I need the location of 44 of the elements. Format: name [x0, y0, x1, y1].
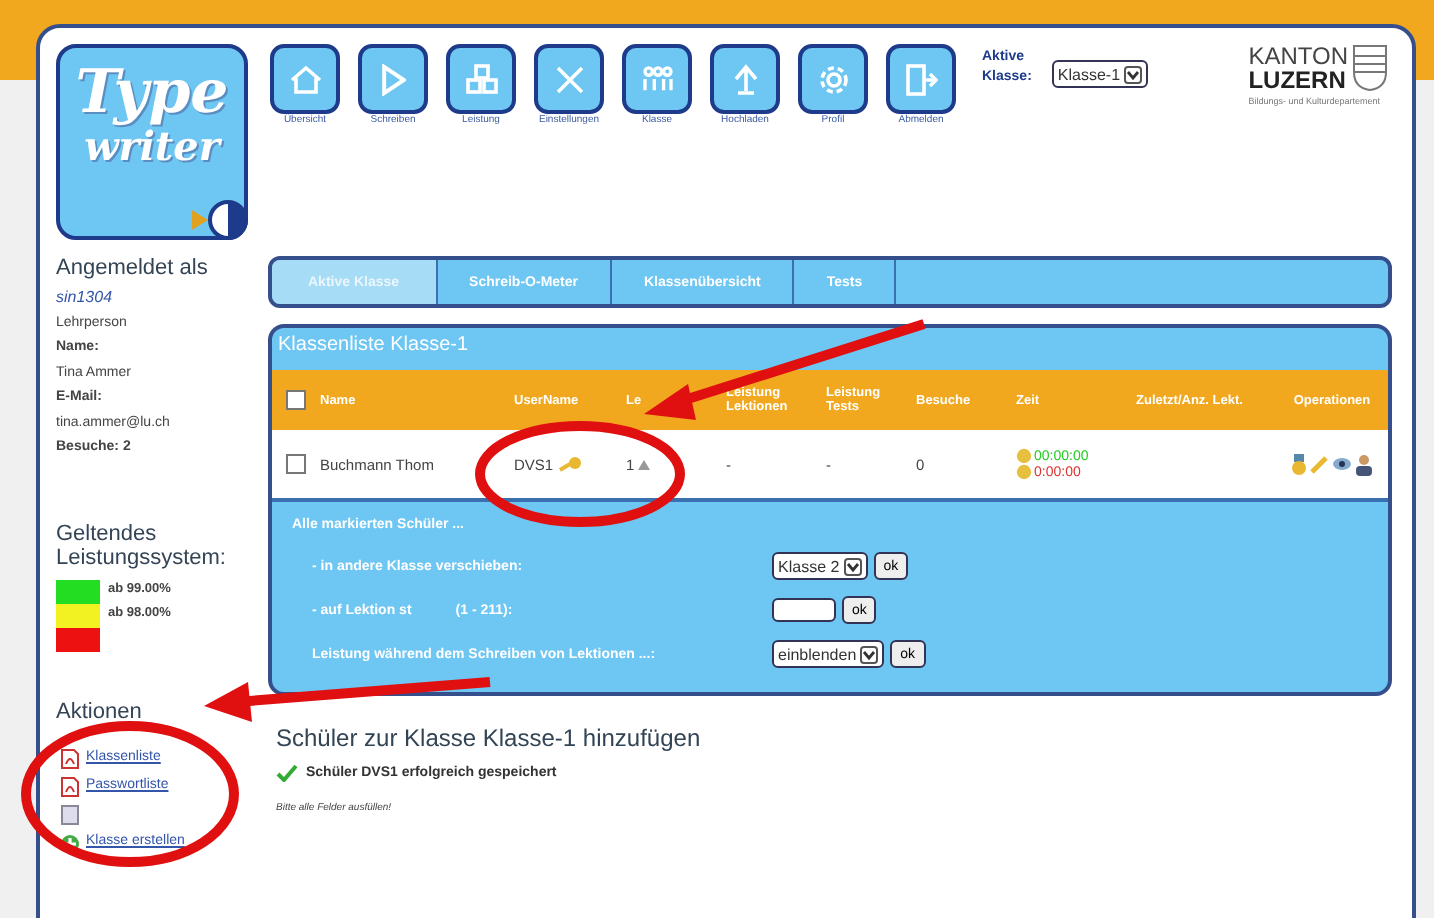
key-icon [557, 456, 582, 472]
section-heading: Schüler zur Klasse Klasse-1 hinzufügen [276, 724, 703, 752]
chevron-icon [1124, 65, 1143, 83]
upload-icon [733, 63, 757, 95]
people-icon [641, 66, 673, 92]
visibility-dropdown[interactable]: einblenden [772, 640, 885, 668]
nav-button[interactable] [886, 44, 956, 114]
chevron-icon [843, 557, 862, 575]
nav-button[interactable] [358, 44, 428, 114]
lesson-input[interactable] [772, 598, 836, 622]
nav-button[interactable] [446, 44, 516, 114]
user-icon[interactable] [1354, 453, 1374, 475]
nav-button[interactable] [798, 44, 868, 114]
caret-icon [638, 459, 651, 469]
username: sin1304 [56, 286, 115, 310]
medal-icon[interactable] [1290, 453, 1308, 475]
shield-icon [1352, 44, 1388, 92]
sidebar-heading: Angemeldet als [56, 256, 210, 280]
brand-name: KANTON [1248, 44, 1348, 68]
exit-icon [905, 63, 937, 95]
row-checkbox[interactable] [286, 454, 306, 474]
panel-title: Klassenliste Klasse-1 [276, 332, 471, 360]
blocks-icon [465, 64, 497, 94]
brand-name: LUZERN [1248, 68, 1348, 92]
pdf-icon [60, 776, 80, 798]
settings-icon [819, 65, 847, 93]
pdf-icon [60, 748, 80, 770]
document-icon [60, 804, 80, 826]
nav-button[interactable] [534, 44, 604, 114]
eye-icon[interactable] [1332, 454, 1352, 474]
typewriter-logo: Type writer [56, 44, 248, 240]
select-all-checkbox[interactable] [286, 390, 306, 410]
class-dropdown[interactable]: Klasse-1 [1051, 60, 1149, 88]
sidebar-heading: Aktionen [56, 699, 144, 723]
play-icon [381, 63, 405, 95]
chevron-icon [860, 645, 879, 663]
add-icon [60, 833, 80, 853]
sidebar-heading: Geltendes Leistungssystem: [56, 521, 228, 569]
class-dropdown[interactable]: Klasse 2 [772, 552, 868, 580]
nav-button[interactable] [622, 44, 692, 114]
home-icon [289, 63, 321, 95]
nav-button[interactable] [270, 44, 340, 114]
nav-button[interactable] [710, 44, 780, 114]
check-icon [276, 764, 298, 782]
